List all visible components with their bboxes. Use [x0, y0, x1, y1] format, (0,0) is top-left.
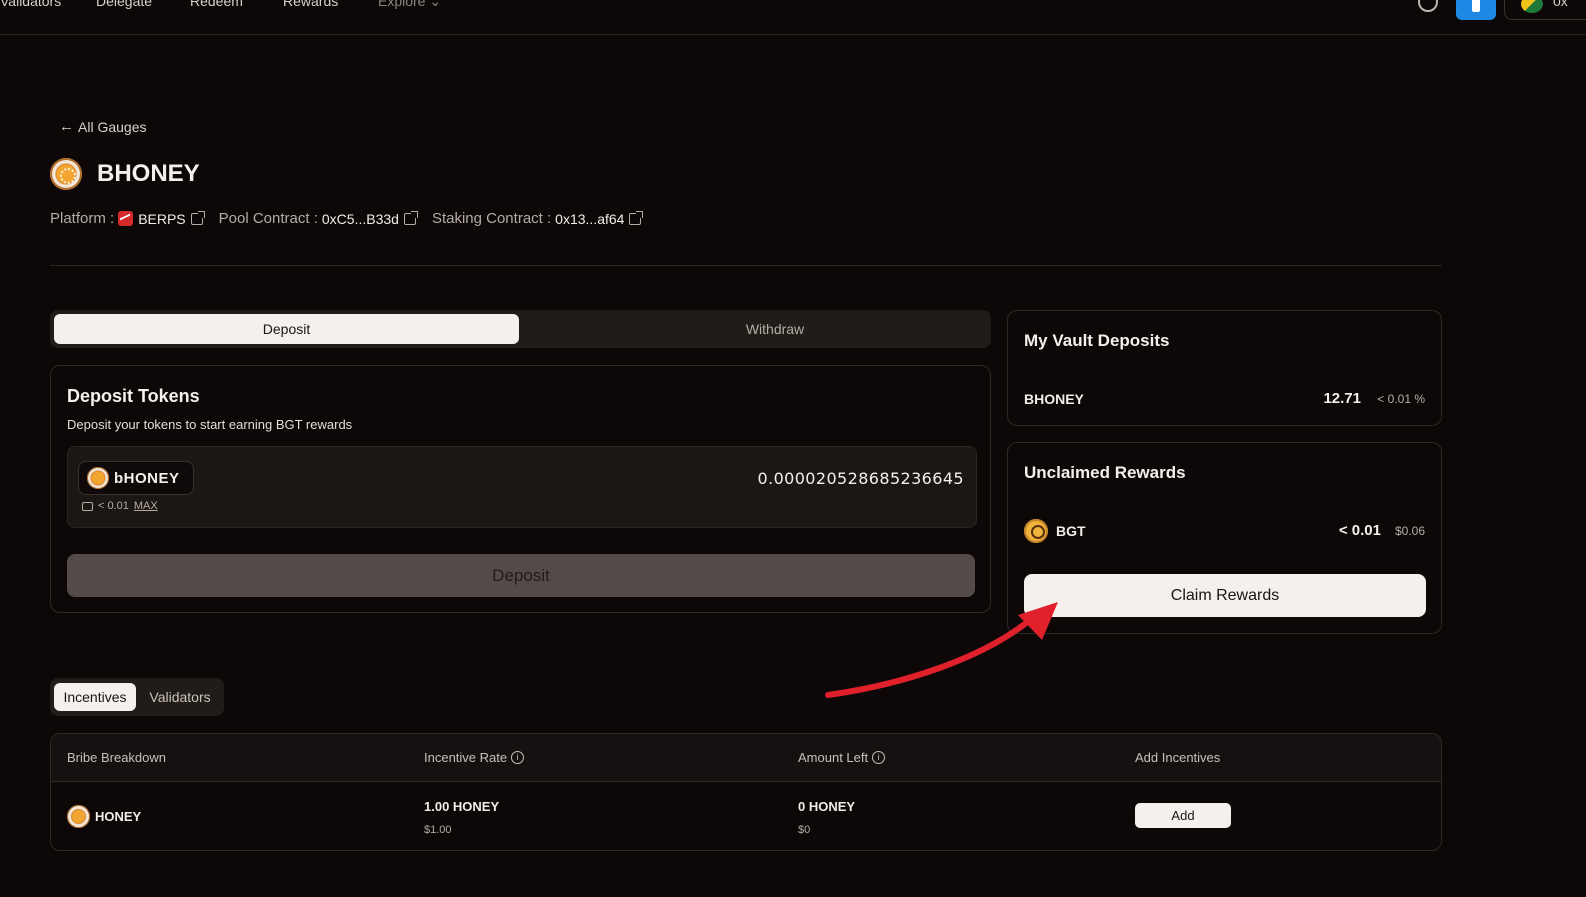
- token-amount-input[interactable]: bHONEY < 0.01 MAX 0.000020528685236645: [67, 446, 977, 528]
- nav-item-rewards[interactable]: Rewards: [283, 0, 338, 9]
- back-link-all-gauges[interactable]: ← All Gauges: [59, 118, 146, 135]
- row-incentive-rate: 1.00 HONEY: [424, 799, 500, 814]
- add-incentive-button[interactable]: Add: [1135, 803, 1231, 828]
- staking-contract-label: Staking Contract :: [431, 210, 552, 227]
- arrow-left-icon: ←: [59, 118, 74, 135]
- deposit-tokens-card: Deposit Tokens Deposit your tokens to st…: [50, 365, 991, 613]
- incentives-table: Bribe Breakdown Incentive Rate i Amount L…: [50, 733, 1442, 851]
- max-button[interactable]: MAX: [134, 500, 158, 512]
- nav-explore-label: Explore: [378, 0, 426, 9]
- nav-item-delegate[interactable]: Delegate: [96, 0, 152, 9]
- vault-deposits-card: My Vault Deposits BHONEY 12.71 < 0.01 %: [1007, 310, 1442, 426]
- wallet-button[interactable]: 0x: [1504, 0, 1586, 20]
- reward-usd-value: $0.06: [1394, 524, 1425, 538]
- claim-rewards-button[interactable]: Claim Rewards: [1024, 574, 1426, 617]
- gauge-meta-row: Platform : BERPS Pool Contract : 0xC5...…: [50, 210, 657, 227]
- unclaimed-rewards-card: Unclaimed Rewards BGT < 0.01 $0.06 Claim…: [1007, 442, 1442, 634]
- external-link-icon[interactable]: [190, 210, 205, 225]
- deposit-withdraw-tabs: Deposit Withdraw: [50, 310, 991, 348]
- nav-item-redeem[interactable]: Redeem: [190, 0, 243, 9]
- platform-value[interactable]: BERPS: [138, 211, 185, 227]
- nav-item-validators[interactable]: Validators: [0, 0, 61, 9]
- header-label: Amount Left: [798, 750, 869, 765]
- wallet-address: 0x: [1553, 0, 1568, 9]
- page-title: BHONEY: [97, 160, 200, 187]
- reward-amount: < 0.01: [1338, 522, 1381, 539]
- header-incentive-rate: Incentive Rate i: [424, 750, 525, 765]
- info-icon[interactable]: i: [872, 751, 886, 764]
- wallet-avatar: [1521, 0, 1543, 13]
- deposit-card-subtitle: Deposit your tokens to start earning BGT…: [67, 417, 353, 432]
- bhoney-token-icon: [87, 467, 109, 489]
- pool-contract-label: Pool Contract :: [218, 210, 318, 227]
- token-selector[interactable]: bHONEY: [78, 461, 194, 495]
- row-incentive-rate-usd: $1.00: [424, 824, 452, 836]
- tab-deposit[interactable]: Deposit: [54, 314, 519, 344]
- pool-contract-value[interactable]: 0xC5...B33d: [322, 211, 399, 227]
- row-amount-left-usd: $0: [798, 824, 811, 836]
- back-link-label: All Gauges: [78, 118, 147, 135]
- nav-item-explore[interactable]: Explore ⌄: [378, 0, 441, 10]
- top-navigation: Validators Delegate Redeem Rewards Explo…: [0, 0, 1586, 35]
- incentives-validators-tabs: Incentives Validators: [50, 678, 224, 716]
- wallet-icon: [82, 501, 93, 511]
- row-token-name: HONEY: [95, 809, 142, 824]
- vault-token-name: BHONEY: [1024, 391, 1084, 407]
- reward-token-name: BGT: [1056, 523, 1086, 539]
- wallet-balance: < 0.01 MAX: [82, 500, 158, 512]
- amount-field[interactable]: 0.000020528685236645: [758, 469, 965, 488]
- header-label: Incentive Rate: [424, 750, 508, 765]
- deposit-card-title: Deposit Tokens: [67, 386, 200, 406]
- info-icon[interactable]: i: [511, 751, 525, 764]
- row-amount-left: 0 HONEY: [798, 799, 856, 814]
- deposit-button[interactable]: Deposit: [67, 554, 975, 597]
- external-link-icon[interactable]: [629, 210, 644, 225]
- tab-validators[interactable]: Validators: [140, 683, 220, 711]
- tab-incentives[interactable]: Incentives: [54, 683, 136, 711]
- header-amount-left: Amount Left i: [798, 750, 886, 765]
- honey-token-icon: [67, 805, 90, 828]
- bhoney-token-icon: [50, 158, 82, 190]
- tab-withdraw[interactable]: Withdraw: [570, 314, 980, 344]
- vault-card-title: My Vault Deposits: [1024, 331, 1170, 350]
- header-bribe-breakdown: Bribe Breakdown: [67, 750, 166, 765]
- staking-contract-value[interactable]: 0x13...af64: [555, 211, 624, 227]
- berps-platform-icon: [118, 211, 134, 226]
- external-link-icon[interactable]: [403, 210, 418, 225]
- rewards-card-title: Unclaimed Rewards: [1024, 463, 1186, 482]
- table-header: Bribe Breakdown Incentive Rate i Amount L…: [51, 734, 1441, 782]
- balance-value: < 0.01: [98, 500, 129, 512]
- platform-label: Platform :: [50, 210, 115, 227]
- header-label: Bribe Breakdown: [67, 750, 166, 765]
- header-add-incentives: Add Incentives: [1135, 750, 1220, 765]
- bgt-token-icon: [1024, 519, 1048, 543]
- faucet-icon[interactable]: [1456, 0, 1496, 20]
- vault-amount: 12.71: [1323, 390, 1361, 407]
- header-label: Add Incentives: [1135, 750, 1221, 765]
- vault-share-percent: < 0.01 %: [1377, 392, 1425, 406]
- history-icon[interactable]: [1418, 0, 1438, 12]
- token-selector-label: bHONEY: [114, 469, 180, 487]
- section-divider: [50, 265, 1442, 266]
